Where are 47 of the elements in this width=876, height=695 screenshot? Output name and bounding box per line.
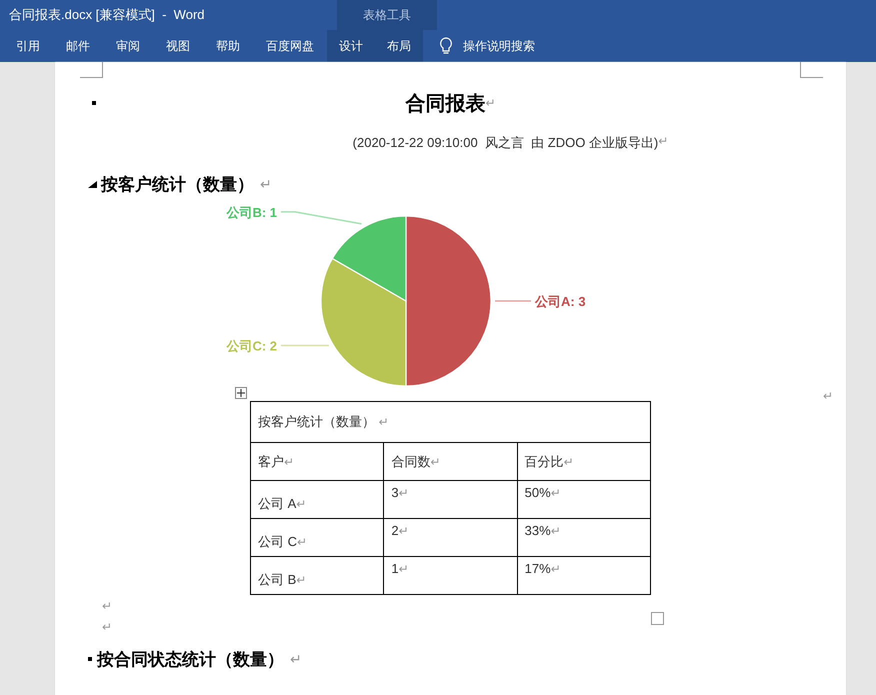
- table-cell: 50%↵: [517, 480, 650, 518]
- data-label: 公司A: 3: [535, 294, 586, 309]
- paragraph-mark: ↵: [485, 96, 496, 110]
- ribbon-tab[interactable]: 引用: [3, 30, 53, 62]
- ribbon-tab[interactable]: 视图: [153, 30, 203, 62]
- ribbon-tab[interactable]: 布局: [375, 30, 423, 62]
- section-heading: 按客户统计（数量）: [101, 174, 254, 196]
- ribbon-tab[interactable]: 审阅: [103, 30, 153, 62]
- ribbon-tab[interactable]: 百度网盘: [253, 30, 327, 62]
- table-cell: 1↵: [384, 556, 518, 594]
- table-header-cell: 合同数↵: [384, 442, 518, 480]
- collapse-triangle-icon[interactable]: [88, 180, 97, 188]
- ribbon-tab[interactable]: 邮件: [53, 30, 103, 62]
- paragraph-mark: ↵: [102, 598, 112, 612]
- table-cell: 公司 B↵: [250, 556, 384, 594]
- lightbulb-icon: [439, 37, 453, 55]
- paragraph-mark: ↵: [260, 176, 272, 192]
- table-cell: 33%↵: [517, 518, 650, 556]
- paragraph-mark: ↵: [658, 134, 668, 150]
- table-caption-cell: 按客户统计（数量） ↵: [250, 402, 650, 442]
- table-move-handle-icon[interactable]: [235, 387, 247, 399]
- document-title: 合同报表: [405, 92, 486, 116]
- leader-line: [281, 344, 329, 346]
- crop-mark: [80, 62, 103, 78]
- crop-mark: [800, 62, 823, 78]
- table-cell: 2↵: [384, 518, 518, 556]
- ribbon-tab[interactable]: 设计: [327, 30, 375, 62]
- table-header-cell: 客户↵: [250, 442, 384, 480]
- tell-me-search[interactable]: 操作说明搜索: [453, 30, 548, 62]
- table-cell: 公司 C↵: [250, 518, 384, 556]
- data-label: 公司C: 2: [226, 338, 277, 354]
- paragraph-mark: ↵: [823, 389, 834, 403]
- table-resize-handle[interactable]: [651, 612, 664, 625]
- table-cell: 17%↵: [517, 556, 650, 594]
- document-subtitle: (2020-12-22 09:10:00 风之言 由 ZDOO 企业版导出): [352, 134, 658, 152]
- context-group-label: 表格工具: [337, 0, 437, 30]
- data-label: 公司B: 1: [226, 205, 277, 220]
- paragraph-mark: ↵: [102, 620, 112, 634]
- window-title: 合同报表.docx [兼容模式] - Word: [8, 6, 205, 24]
- bullet-mark: [92, 101, 96, 105]
- table-cell: 3↵: [384, 480, 518, 518]
- table-header-cell: 百分比↵: [517, 442, 650, 480]
- section-heading: 按合同状态统计（数量）: [97, 648, 284, 670]
- leader-line: [495, 300, 531, 302]
- table-cell: 公司 A↵: [250, 480, 384, 518]
- ribbon-tab[interactable]: 帮助: [203, 30, 253, 62]
- paragraph-mark: ↵: [290, 650, 302, 668]
